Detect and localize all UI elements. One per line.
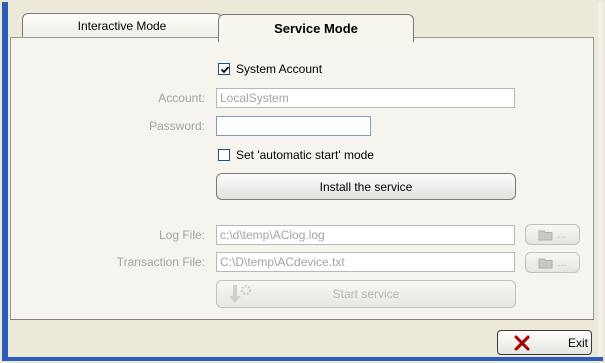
log-file-browse-button[interactable]: ...: [525, 224, 580, 245]
transaction-file-browse-button[interactable]: ...: [525, 252, 580, 273]
transaction-file-label: Transaction File:: [116, 255, 205, 269]
panel-divider: [10, 319, 594, 320]
exit-button[interactable]: Exit: [497, 330, 592, 355]
transaction-file-browse-label: ...: [557, 256, 567, 269]
log-file-browse-label: ...: [557, 228, 567, 241]
window-frame-left: [2, 2, 8, 361]
tab-interactive-mode-label: Interactive Mode: [77, 18, 167, 33]
auto-start-option[interactable]: Set 'automatic start' mode: [218, 148, 374, 162]
account-field[interactable]: LocalSystem: [216, 88, 515, 108]
start-service-icon: [229, 284, 252, 303]
system-account-option[interactable]: System Account: [218, 62, 322, 76]
auto-start-checkbox[interactable]: [218, 149, 230, 161]
account-label: Account:: [158, 91, 205, 105]
password-field[interactable]: [216, 116, 371, 136]
system-account-label: System Account: [236, 62, 323, 76]
exit-icon: [514, 335, 530, 351]
password-label: Password:: [148, 119, 205, 133]
transaction-file-field[interactable]: C:\D\temp\ACdevice.txt: [216, 252, 515, 272]
window-frame-right: [598, 2, 603, 361]
start-service-label: Start service: [332, 287, 400, 301]
folder-icon: [538, 258, 553, 268]
window-frame-bottom: [2, 357, 603, 361]
tab-interactive-mode[interactable]: Interactive Mode: [22, 13, 222, 37]
tab-service-mode[interactable]: Service Mode: [218, 14, 414, 42]
log-file-field[interactable]: c:\d\temp\AClog.log: [216, 225, 515, 245]
auto-start-label: Set 'automatic start' mode: [236, 148, 374, 162]
checkmark-icon: [220, 66, 230, 74]
system-account-checkbox[interactable]: [218, 63, 230, 75]
install-service-button[interactable]: Install the service: [216, 173, 516, 200]
folder-icon: [538, 230, 553, 240]
log-file-label: Log File:: [158, 228, 205, 242]
tab-service-mode-label: Service Mode: [274, 21, 358, 36]
install-service-label: Install the service: [319, 179, 413, 194]
start-service-button[interactable]: Start service: [216, 280, 516, 308]
exit-label: Exit: [568, 336, 589, 350]
